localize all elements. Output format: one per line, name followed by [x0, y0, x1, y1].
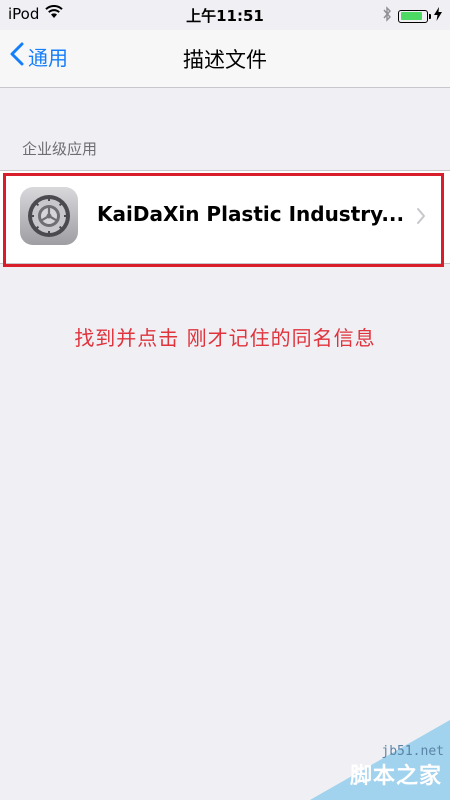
watermark-name: 脚本之家 [349, 764, 442, 789]
list-item[interactable]: KaiDaXin Plastic Industry... [0, 171, 450, 263]
page-title: 描述文件 [183, 48, 267, 72]
settings-gear-icon [20, 187, 78, 245]
list-item-label: KaiDaXin Plastic Industry... [97, 202, 405, 226]
battery-icon [398, 9, 431, 23]
section-header: 企业级应用 [22, 140, 98, 158]
bluetooth-icon [382, 6, 392, 26]
instruction-text: 找到并点击 刚才记住的同名信息 [74, 326, 376, 350]
charging-icon [434, 7, 442, 25]
chevron-right-icon [416, 207, 426, 229]
profile-list: KaiDaXin Plastic Industry... [0, 170, 450, 264]
status-right [382, 6, 442, 26]
watermark: jb51.net 脚本之家 [310, 720, 450, 800]
watermark-site: jb51.net [381, 744, 444, 759]
battery-fill [400, 12, 422, 20]
status-bar: iPod 上午11:51 [0, 0, 450, 30]
navigation-bar: 通用 描述文件 [0, 30, 450, 88]
